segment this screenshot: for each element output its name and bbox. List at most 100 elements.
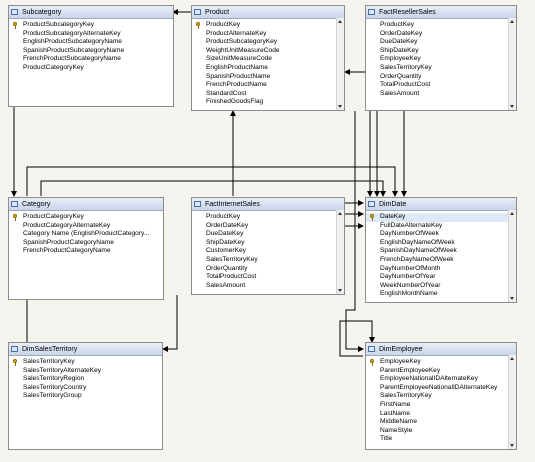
column-row[interactable]: MiddleName — [366, 418, 516, 427]
column-row[interactable]: SalesTerritoryKey — [192, 256, 344, 265]
table-title: Subcategory — [22, 8, 62, 16]
column-row[interactable]: OrderDateKey — [192, 222, 344, 231]
column-row[interactable]: ProductSubcategoryKey — [9, 21, 173, 30]
column-row[interactable]: FinishedGoodsFlag — [192, 98, 344, 107]
scroll-up-icon[interactable] — [510, 20, 514, 23]
column-name: SalesAmount — [380, 89, 420, 97]
column-row[interactable]: DayNumberOfMonth — [366, 265, 516, 274]
table-dim-employee[interactable]: DimEmployee EmployeeKey ParentEmployeeKe… — [365, 342, 517, 450]
column-row[interactable]: FrenchProductName — [192, 81, 344, 90]
column-row[interactable]: Title — [366, 435, 516, 444]
column-row[interactable]: FrenchProductCategoryName — [9, 247, 163, 256]
column-row[interactable]: DayNumberOfWeek — [366, 230, 516, 239]
column-row[interactable]: OrderQuantity — [192, 265, 344, 274]
column-row[interactable]: FullDateAlternateKey — [366, 222, 516, 231]
scroll-up-icon[interactable] — [338, 20, 342, 23]
column-row[interactable]: SalesTerritoryKey — [9, 358, 162, 367]
column-name: SalesTerritoryKey — [380, 63, 432, 71]
table-header[interactable]: FactResellerSales — [366, 6, 516, 19]
vertical-scrollbar[interactable] — [336, 210, 344, 294]
column-row[interactable]: ShipDateKey — [192, 239, 344, 248]
column-row[interactable]: SalesAmount — [366, 90, 516, 99]
column-row[interactable]: ParentEmployeeKey — [366, 367, 516, 376]
column-row[interactable]: EmployeeKey — [366, 55, 516, 64]
column-row[interactable]: SalesTerritoryKey — [366, 64, 516, 73]
column-row[interactable]: ProductKey — [366, 21, 516, 30]
column-row[interactable]: ProductCategoryKey — [9, 213, 163, 222]
column-row[interactable]: WeekNumberOfYear — [366, 282, 516, 291]
column-row[interactable]: SpanishProductName — [192, 73, 344, 82]
column-row[interactable]: EnglishProductName — [192, 64, 344, 73]
column-row[interactable]: TotalProductCost — [366, 81, 516, 90]
column-row[interactable]: ProductSubcategoryAlternateKey — [9, 30, 173, 39]
vertical-scrollbar[interactable] — [508, 210, 516, 302]
column-row[interactable]: EmployeeKey — [366, 358, 516, 367]
column-row[interactable]: TotalProductCost — [192, 273, 344, 282]
column-row[interactable]: DayNumberOfYear — [366, 273, 516, 282]
column-row[interactable]: SalesTerritoryRegion — [9, 375, 162, 384]
column-row[interactable]: ShipDateKey — [366, 47, 516, 56]
column-row[interactable]: DateKey — [366, 213, 516, 222]
table-subcategory[interactable]: Subcategory ProductSubcategoryKey Produc… — [8, 5, 174, 107]
column-row[interactable]: FrenchProductSubcategoryName — [9, 55, 173, 64]
column-row[interactable]: ParentEmployeeNationalIDAlternateKey — [366, 384, 516, 393]
table-fact-internet-sales[interactable]: FactInternetSales ProductKey OrderDateKe… — [191, 197, 345, 295]
column-row[interactable]: EmployeeNationalIDAlternateKey — [366, 375, 516, 384]
column-row[interactable]: SalesTerritoryCountry — [9, 384, 162, 393]
table-header[interactable]: DimSalesTerritory — [9, 343, 162, 356]
scroll-up-icon[interactable] — [510, 357, 514, 360]
column-row[interactable]: Category Name (EnglishProductCategory... — [9, 230, 163, 239]
column-row[interactable]: SpanishProductSubcategoryName — [9, 47, 173, 56]
column-row[interactable]: StandardCost — [192, 90, 344, 99]
column-row[interactable]: SpanishDayNameOfWeek — [366, 247, 516, 256]
column-row[interactable]: SizeUnitMeasureCode — [192, 55, 344, 64]
column-row[interactable]: EnglishDayNameOfWeek — [366, 239, 516, 248]
column-row[interactable]: NameStyle — [366, 427, 516, 436]
column-row[interactable]: WeightUnitMeasureCode — [192, 47, 344, 56]
column-row[interactable]: OrderQuantity — [366, 73, 516, 82]
table-header[interactable]: FactInternetSales — [192, 198, 344, 211]
column-row[interactable]: FrenchDayNameOfWeek — [366, 256, 516, 265]
column-row[interactable]: EnglishMonthName — [366, 290, 516, 299]
column-row[interactable]: ProductAlternateKey — [192, 30, 344, 39]
table-header[interactable]: Category — [9, 198, 163, 211]
scroll-down-icon[interactable] — [510, 444, 514, 447]
column-row[interactable]: DueDateKey — [366, 38, 516, 47]
scroll-up-icon[interactable] — [510, 212, 514, 215]
table-header[interactable]: DimDate — [366, 198, 516, 211]
table-dim-date[interactable]: DimDate DateKey FullDateAlternateKey Day… — [365, 197, 517, 303]
column-row[interactable]: EnglishProductSubcategoryName — [9, 38, 173, 47]
column-row[interactable]: DueDateKey — [192, 230, 344, 239]
column-row[interactable]: SpanishProductCategoryName — [9, 239, 163, 248]
column-row[interactable]: SalesAmount — [192, 282, 344, 291]
column-row[interactable]: FirstName — [366, 401, 516, 410]
column-row[interactable]: CustomerKey — [192, 247, 344, 256]
table-header[interactable]: Product — [192, 6, 344, 19]
scroll-down-icon[interactable] — [338, 105, 342, 108]
vertical-scrollbar[interactable] — [336, 18, 344, 110]
column-row[interactable]: SalesTerritoryKey — [366, 392, 516, 401]
table-header[interactable]: DimEmployee — [366, 343, 516, 356]
table-product[interactable]: Product ProductKey ProductAlternateKey P… — [191, 5, 345, 111]
column-row[interactable]: ProductKey — [192, 21, 344, 30]
scroll-down-icon[interactable] — [510, 105, 514, 108]
column-name: SalesTerritoryKey — [380, 392, 432, 400]
table-header[interactable]: Subcategory — [9, 6, 173, 19]
column-row[interactable]: SalesTerritoryAlternateKey — [9, 367, 162, 376]
column-row[interactable]: SalesTerritoryGroup — [9, 392, 162, 401]
column-row[interactable]: LastName — [366, 410, 516, 419]
column-row[interactable]: OrderDateKey — [366, 30, 516, 39]
column-name: SalesTerritoryRegion — [23, 375, 85, 383]
scroll-down-icon[interactable] — [510, 297, 514, 300]
column-row[interactable]: ProductSubcategoryKey — [192, 38, 344, 47]
vertical-scrollbar[interactable] — [508, 18, 516, 110]
table-category[interactable]: Category ProductCategoryKey ProductCateg… — [8, 197, 164, 300]
column-row[interactable]: ProductCategoryKey — [9, 64, 173, 73]
scroll-down-icon[interactable] — [338, 289, 342, 292]
column-row[interactable]: ProductKey — [192, 213, 344, 222]
table-fact-reseller-sales[interactable]: FactResellerSales ProductKey OrderDateKe… — [365, 5, 517, 111]
vertical-scrollbar[interactable] — [508, 355, 516, 449]
table-dim-sales-territory[interactable]: DimSalesTerritory SalesTerritoryKey Sale… — [8, 342, 163, 450]
column-row[interactable]: ProductCategoryAlternateKey — [9, 222, 163, 231]
scroll-up-icon[interactable] — [338, 212, 342, 215]
